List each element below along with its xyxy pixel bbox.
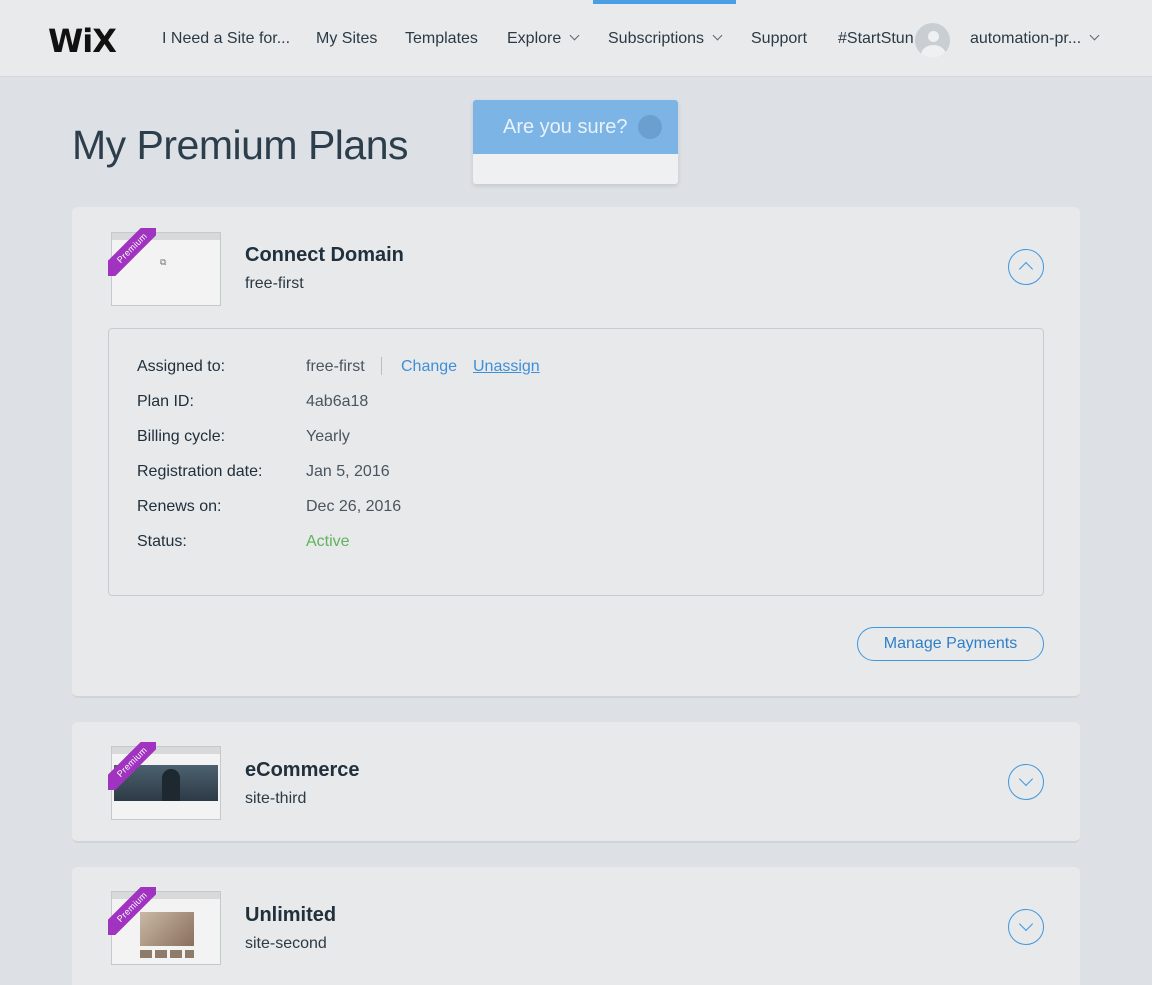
premium-ribbon: Premium [108,742,156,790]
nav-subscriptions[interactable]: Subscriptions [608,30,723,48]
confirm-popup-title: Are you sure? [503,116,628,138]
plan-id-label: Plan ID: [137,393,194,410]
registration-date-label: Registration date: [137,463,263,480]
confirm-popup-header: Are you sure? [473,100,678,154]
manage-payments-button[interactable]: Manage Payments [857,627,1044,661]
user-name: automation-pr... [970,30,1082,47]
avatar-head-shape [928,31,939,42]
premium-ribbon-label: Premium [108,887,156,935]
collapse-button[interactable] [1008,249,1044,285]
premium-ribbon: Premium [108,228,156,276]
plan-details-panel: Assigned to: free-first Change Unassign … [108,328,1044,596]
thumbnail-figure [162,769,180,801]
plan-site-name: site-second [245,935,327,952]
chevron-up-icon [1018,261,1034,277]
chevron-down-icon [1018,916,1034,932]
confirm-popup-body [473,154,678,184]
plan-name: eCommerce [245,759,360,781]
close-icon[interactable] [638,115,662,139]
premium-ribbon-label: Premium [108,742,156,790]
assigned-value: free-first [306,358,365,375]
nav-explore-label: Explore [507,30,562,47]
chevron-down-icon [1089,30,1100,41]
plan-site-name: free-first [245,275,304,292]
nav-support[interactable]: Support [751,30,807,48]
chevron-down-icon [1018,771,1034,787]
change-link[interactable]: Change [401,358,457,376]
registration-date-value: Jan 5, 2016 [306,463,390,480]
thumbnail-logo-mark: ⧉ [160,257,167,267]
expand-button[interactable] [1008,909,1044,945]
top-navigation: WiX I Need a Site for... My Sites Templa… [0,0,1152,77]
avatar-body-shape [921,45,946,58]
plan-card-unlimited: Premium Unlimited site-second [72,867,1080,985]
plan-card-connect-domain: ⧉ Premium Connect Domain free-first Assi… [72,207,1080,698]
active-tab-indicator [593,0,736,4]
renews-on-label: Renews on: [137,498,222,515]
nav-need-a-site[interactable]: I Need a Site for... [162,30,290,48]
thumbnail-gallery-strip [140,950,194,958]
status-value: Active [306,533,350,550]
user-avatar[interactable] [913,21,952,60]
plan-name: Unlimited [245,904,337,926]
user-menu[interactable]: automation-pr... [970,30,1100,48]
unassign-link[interactable]: Unassign [473,358,540,376]
page-title: My Premium Plans [72,122,409,168]
nav-explore[interactable]: Explore [507,30,580,48]
chevron-down-icon [569,30,580,41]
chevron-down-icon [712,30,723,41]
expand-button[interactable] [1008,764,1044,800]
nav-my-sites[interactable]: My Sites [316,30,377,48]
billing-cycle-label: Billing cycle: [137,428,226,445]
plan-id-value: 4ab6a18 [306,393,369,410]
billing-cycle-value: Yearly [306,428,350,445]
assigned-label: Assigned to: [137,358,226,375]
status-label: Status: [137,533,187,550]
nav-subscriptions-label: Subscriptions [608,30,705,47]
nav-templates[interactable]: Templates [405,30,478,48]
plan-site-name: site-third [245,790,307,807]
premium-ribbon: Premium [108,887,156,935]
divider [381,357,382,375]
plan-name: Connect Domain [245,244,404,266]
premium-ribbon-label: Premium [108,228,156,276]
renews-on-value: Dec 26, 2016 [306,498,402,515]
confirm-popup: Are you sure? [473,100,678,184]
plan-card-ecommerce: Premium eCommerce site-third [72,722,1080,843]
wix-logo[interactable]: WiX [48,22,117,60]
